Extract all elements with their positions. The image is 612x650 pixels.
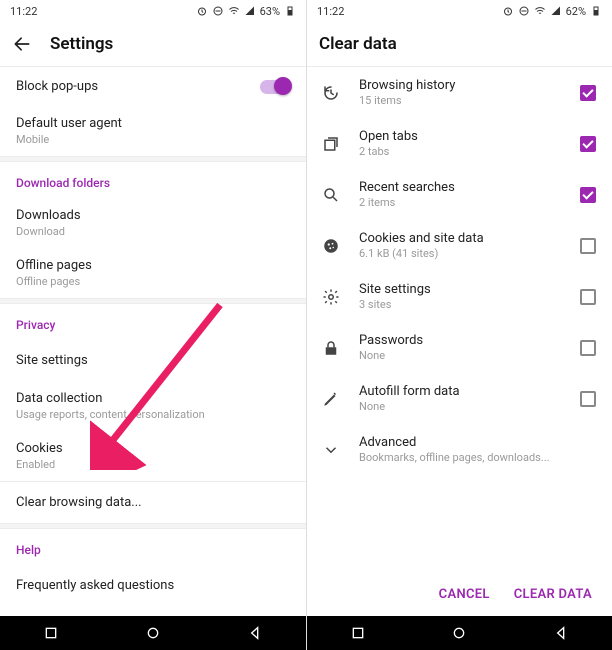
item-label: Browsing history [359, 78, 562, 93]
clear-data-item-chevron[interactable]: AdvancedBookmarks, offline pages, downlo… [307, 424, 612, 475]
item-label: Passwords [359, 333, 562, 348]
wifi-icon [228, 5, 240, 17]
item-label: Recent searches [359, 180, 562, 195]
battery-text: 62% [566, 5, 586, 18]
item-label: Cookies and site data [359, 231, 562, 246]
default-user-agent-row[interactable]: Default user agent Mobile [0, 106, 306, 156]
cancel-button[interactable]: CANCEL [439, 587, 490, 602]
clear-data-item-pencil[interactable]: Autofill form dataNone [307, 373, 612, 424]
battery-icon [590, 5, 602, 17]
gear-icon [321, 288, 341, 306]
clear-data-item-cookie[interactable]: Cookies and site data6.1 kB (41 sites) [307, 220, 612, 271]
clear-data-item-search[interactable]: Recent searches2 items [307, 169, 612, 220]
back-arrow-icon[interactable] [12, 34, 32, 54]
alarm-icon [502, 5, 514, 17]
dialog-actions: CANCEL CLEAR DATA [307, 573, 612, 616]
downloads-row[interactable]: Downloads Download [0, 198, 306, 248]
dnd-icon [212, 5, 224, 17]
help-header: Help [0, 529, 306, 565]
app-bar: Settings [0, 22, 306, 66]
item-label: Site settings [359, 282, 562, 297]
block-popups-row[interactable]: Block pop-ups [0, 67, 306, 106]
pencil-icon [321, 390, 341, 408]
home-icon[interactable] [451, 625, 467, 641]
recent-apps-icon[interactable] [43, 625, 59, 641]
download-folders-header: Download folders [0, 162, 306, 198]
block-popups-label: Block pop-ups [16, 79, 98, 94]
alarm-icon [196, 5, 208, 17]
status-time: 11:22 [317, 5, 344, 18]
clear-data-item-history[interactable]: Browsing history15 items [307, 67, 612, 118]
cookies-row[interactable]: Cookies Enabled [0, 431, 306, 481]
report-problem-row[interactable]: Report a problem [0, 606, 306, 616]
app-bar: Clear data [307, 22, 612, 66]
clear-data-item-gear[interactable]: Site settings3 sites [307, 271, 612, 322]
checkbox[interactable] [580, 289, 596, 305]
settings-screen: 11:22 63% Settings Block pop-ups Default… [0, 0, 306, 650]
status-time: 11:22 [10, 5, 37, 18]
checkbox[interactable] [580, 340, 596, 356]
status-bar: 11:22 62% [307, 0, 612, 22]
clear-browsing-data-row[interactable]: Clear browsing data... [0, 482, 306, 523]
dnd-icon [518, 5, 530, 17]
battery-text: 63% [260, 5, 280, 18]
item-sublabel: 3 sites [359, 298, 562, 311]
item-label: Open tabs [359, 129, 562, 144]
clear-data-item-tabs[interactable]: Open tabs2 tabs [307, 118, 612, 169]
item-label: Advanced [359, 435, 596, 450]
android-nav-bar [307, 616, 612, 650]
page-title: Settings [50, 34, 113, 54]
item-sublabel: 2 items [359, 196, 562, 209]
history-icon [321, 84, 341, 102]
checkbox[interactable] [580, 391, 596, 407]
item-sublabel: 6.1 kB (41 sites) [359, 247, 562, 260]
item-sublabel: None [359, 349, 562, 362]
checkbox[interactable] [580, 136, 596, 152]
back-icon[interactable] [553, 625, 569, 641]
status-indicators: 62% [502, 5, 602, 18]
checkbox[interactable] [580, 85, 596, 101]
clear-data-item-lock[interactable]: PasswordsNone [307, 322, 612, 373]
item-sublabel: 15 items [359, 94, 562, 107]
item-label: Autofill form data [359, 384, 562, 399]
item-sublabel: None [359, 400, 562, 413]
back-icon[interactable] [247, 625, 263, 641]
tabs-icon [321, 135, 341, 153]
checkbox[interactable] [580, 238, 596, 254]
signal-icon [550, 5, 562, 17]
clear-data-list[interactable]: Browsing history15 itemsOpen tabs2 tabsR… [307, 67, 612, 573]
status-indicators: 63% [196, 5, 296, 18]
clear-data-screen: 11:22 62% Clear data Browsing history15 … [306, 0, 612, 650]
home-icon[interactable] [145, 625, 161, 641]
cookie-icon [321, 237, 341, 255]
status-bar: 11:22 63% [0, 0, 306, 22]
recent-apps-icon[interactable] [350, 625, 366, 641]
offline-pages-row[interactable]: Offline pages Offline pages [0, 248, 306, 298]
battery-icon [284, 5, 296, 17]
faq-row[interactable]: Frequently asked questions [0, 565, 306, 606]
settings-content[interactable]: Block pop-ups Default user agent Mobile … [0, 66, 306, 616]
clear-data-button[interactable]: CLEAR DATA [514, 587, 592, 602]
android-nav-bar [0, 616, 306, 650]
item-sublabel: 2 tabs [359, 145, 562, 158]
chevron-icon [321, 441, 341, 459]
page-title: Clear data [319, 34, 397, 54]
site-settings-row[interactable]: Site settings [0, 340, 306, 381]
wifi-icon [534, 5, 546, 17]
block-popups-switch[interactable] [260, 80, 290, 94]
item-sublabel: Bookmarks, offline pages, downloads... [359, 451, 596, 464]
search-icon [321, 186, 341, 204]
checkbox[interactable] [580, 187, 596, 203]
signal-icon [244, 5, 256, 17]
data-collection-row[interactable]: Data collection Usage reports, content p… [0, 381, 306, 431]
lock-icon [321, 339, 341, 357]
privacy-header: Privacy [0, 304, 306, 340]
